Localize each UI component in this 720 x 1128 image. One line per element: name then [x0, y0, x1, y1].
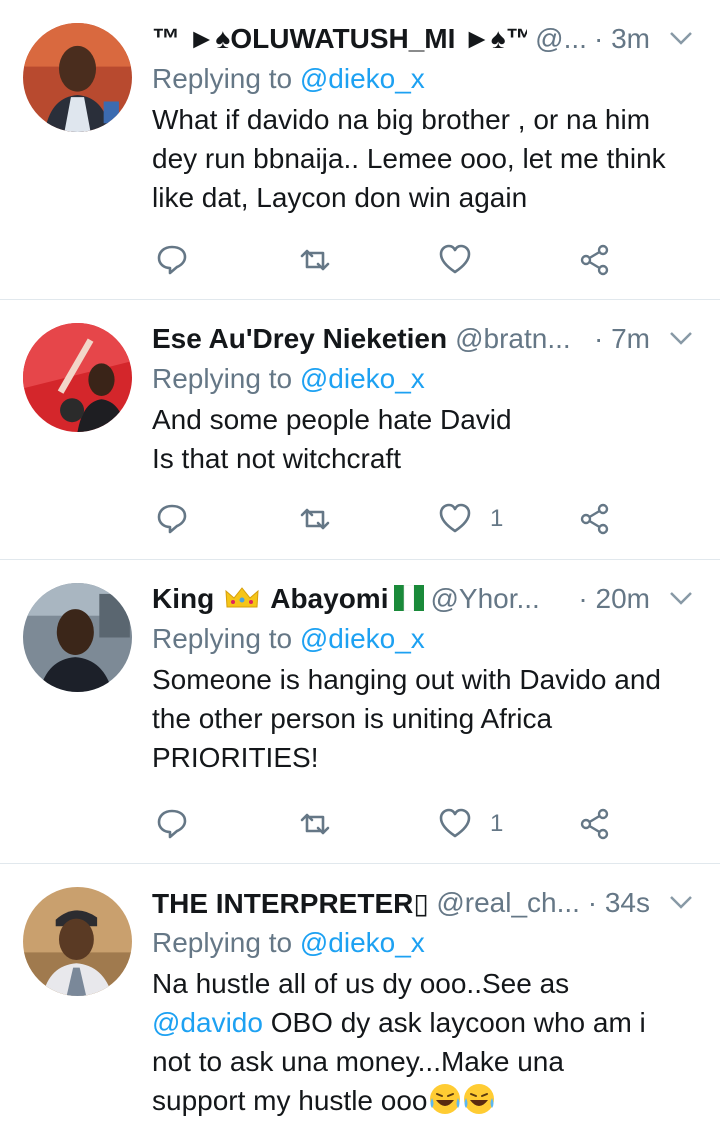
author-name[interactable]: Ese Au'Drey Nieketien: [152, 323, 447, 355]
author-handle[interactable]: @bratn...: [455, 323, 571, 355]
tweet[interactable]: King Abayomi @Yhor... · 20m Replying to @…: [0, 560, 720, 864]
laughing-tears-emoji-icon: [429, 1084, 460, 1114]
avatar[interactable]: [23, 583, 132, 692]
share-button[interactable]: [578, 240, 612, 280]
tweet-text-line: the other person is uniting Africa: [152, 703, 553, 734]
tweet[interactable]: ™ ►♠OLUWATUSH_MI ►♠™ @... · 3m Replying …: [0, 0, 720, 300]
replying-to: Replying to @dieko_x: [152, 620, 700, 658]
tweet-actions: 1: [0, 499, 720, 539]
retweet-button[interactable]: [298, 240, 332, 280]
tweet-text-line: @davido OBO dy ask laycoon who am i: [152, 1003, 700, 1042]
tweet-text: And some people hate David Is that not w…: [152, 400, 700, 478]
tweet-text-fragment: support my hustle ooo: [152, 1085, 428, 1116]
author-name[interactable]: King Abayomi: [152, 583, 430, 615]
chevron-down-icon[interactable]: [666, 890, 696, 914]
heart-icon: [439, 503, 471, 533]
like-button[interactable]: 1: [438, 499, 503, 539]
tweet-replies-feed: ™ ►♠OLUWATUSH_MI ►♠™ @... · 3m Replying …: [0, 0, 720, 1128]
reply-button[interactable]: [155, 499, 189, 539]
tweet-text-line: Is that not witchcraft: [152, 443, 401, 474]
retweet-icon: [300, 508, 330, 530]
tweet-text-line: support my hustle ooo: [152, 1081, 700, 1120]
author-handle[interactable]: @...: [535, 23, 586, 55]
tweet-text-line: PRIORITIES!: [152, 742, 319, 773]
avatar[interactable]: [23, 887, 132, 996]
heart-icon: [439, 808, 471, 838]
tweet-text: What if davido na big brother , or na hi…: [152, 100, 700, 217]
chevron-down-icon[interactable]: [666, 586, 696, 610]
like-button[interactable]: [438, 240, 490, 280]
tweet-actions: [0, 240, 720, 280]
replying-to-label: Replying to: [152, 927, 293, 958]
reply-icon: [157, 245, 187, 275]
replying-to: Replying to @dieko_x: [152, 60, 700, 98]
replying-to: Replying to @dieko_x: [152, 924, 700, 962]
tweet[interactable]: THE INTERPRETER▯ @real_ch... · 34s Reply…: [0, 864, 720, 1128]
author-name-part: Abayomi: [270, 583, 389, 614]
replying-to-mention[interactable]: @dieko_x: [300, 623, 425, 654]
share-icon: [580, 808, 609, 840]
replying-to-label: Replying to: [152, 363, 293, 394]
retweet-icon: [300, 249, 330, 271]
chevron-down-icon[interactable]: [666, 326, 696, 350]
heart-icon: [439, 244, 471, 274]
tweet[interactable]: Ese Au'Drey Nieketien @bratn... · 7m Rep…: [0, 300, 720, 560]
replying-to-mention[interactable]: @dieko_x: [300, 363, 425, 394]
author-name[interactable]: THE INTERPRETER▯: [152, 887, 428, 920]
like-count: 1: [490, 810, 504, 837]
share-button[interactable]: [578, 804, 612, 844]
tweet-text-line: Someone is hanging out with Davido and: [152, 664, 662, 695]
chevron-down-icon[interactable]: [666, 26, 696, 50]
tweet-text-line: dey run bbnaija.. Lemee ooo, let me thin…: [152, 143, 666, 174]
tweet-text: Na hustle all of us dy ooo..See as @davi…: [152, 964, 700, 1120]
tweet-text-line: like dat, Laycon don win again: [152, 182, 528, 213]
author-name[interactable]: ™ ►♠OLUWATUSH_MI ►♠™: [152, 23, 527, 55]
replying-to-label: Replying to: [152, 63, 293, 94]
laughing-tears-emoji-icon: [463, 1084, 494, 1114]
like-count: 1: [490, 505, 504, 532]
crown-emoji-icon: [225, 587, 259, 608]
retweet-button[interactable]: [298, 499, 332, 539]
mention-link[interactable]: @davido: [152, 1007, 263, 1038]
tweet-text-line: And some people hate David: [152, 404, 512, 435]
replying-to-label: Replying to: [152, 623, 293, 654]
author-name-part: King: [152, 583, 215, 614]
reply-button[interactable]: [155, 804, 189, 844]
author-handle[interactable]: @Yhor...: [430, 583, 539, 615]
share-icon: [580, 503, 609, 535]
share-icon: [580, 244, 609, 276]
share-button[interactable]: [578, 499, 612, 539]
avatar[interactable]: [23, 323, 132, 432]
avatar[interactable]: [23, 23, 132, 132]
tweet-text-line: not to ask una money...Make una: [152, 1046, 564, 1077]
nigeria-flag-icon: [394, 585, 425, 611]
reply-button[interactable]: [155, 240, 189, 280]
tweet-actions: 1: [0, 804, 720, 844]
author-handle[interactable]: @real_ch...: [436, 887, 579, 919]
like-button[interactable]: 1: [438, 804, 503, 844]
replying-to-mention[interactable]: @dieko_x: [300, 927, 425, 958]
retweet-icon: [300, 813, 330, 835]
reply-icon: [157, 809, 187, 839]
tweet-text: Someone is hanging out with Davido and t…: [152, 660, 700, 777]
tweet-text-line: Na hustle all of us dy ooo..See as: [152, 968, 570, 999]
retweet-button[interactable]: [298, 804, 332, 844]
tweet-text-line: What if davido na big brother , or na hi…: [152, 104, 651, 135]
replying-to-mention[interactable]: @dieko_x: [300, 63, 425, 94]
reply-icon: [157, 504, 187, 534]
replying-to: Replying to @dieko_x: [152, 360, 700, 398]
tweet-text-fragment: OBO dy ask laycoon who am i: [262, 1007, 646, 1038]
